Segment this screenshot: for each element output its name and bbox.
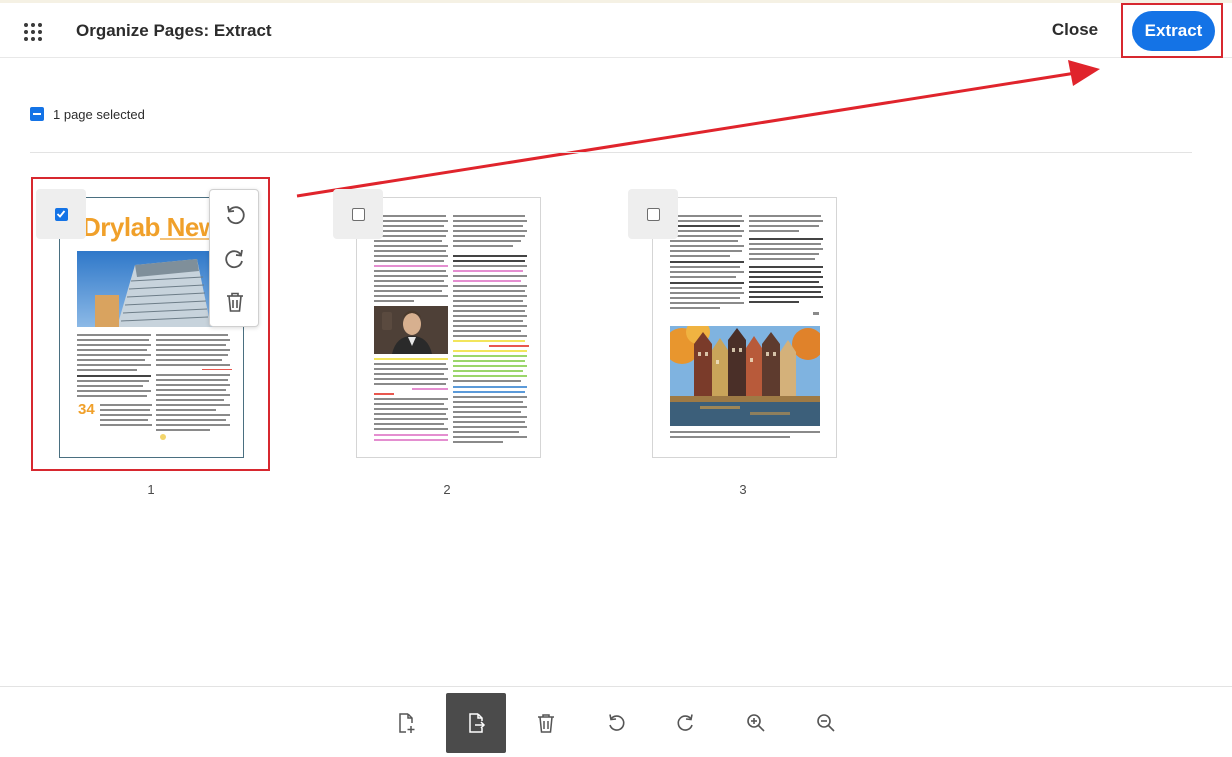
organize-pages-window: Organize Pages: Extract Close Extract 1 … [0,0,1232,757]
page-number-1: 1 [147,482,155,497]
page-thumbnail-2[interactable] [356,197,541,458]
zoom-in-icon[interactable] [726,693,786,753]
thumbnail-canal-houses-image [670,326,820,426]
page-number-3: 3 [739,482,747,497]
page-1-checkbox[interactable] [55,208,68,221]
bottom-toolbar [0,686,1232,757]
selection-count-label: 1 page selected [53,107,145,122]
thumbnail-portrait-image [374,306,448,354]
trash-icon[interactable] [222,289,248,315]
extract-page-icon[interactable] [446,693,506,753]
rotate-right-icon[interactable] [222,246,248,272]
rotate-left-icon[interactable] [586,693,646,753]
thumbnail-stat-number: 34 [78,401,95,418]
insert-page-icon[interactable] [376,693,436,753]
rotate-right-icon[interactable] [656,693,716,753]
page-2-checkbox-area[interactable] [333,189,383,239]
page-thumbnail-3[interactable] [652,197,837,458]
divider [30,152,1192,153]
page-3-checkbox-area[interactable] [628,189,678,239]
page-1-checkbox-area[interactable] [36,189,86,239]
trash-icon[interactable] [516,693,576,753]
page-number-2: 2 [443,482,451,497]
select-all-checkbox[interactable] [30,107,44,121]
zoom-out-icon[interactable] [796,693,856,753]
rotate-left-icon[interactable] [222,202,248,228]
page-3-checkbox[interactable] [647,208,660,221]
page-2-checkbox[interactable] [352,208,365,221]
page-1-action-menu [209,189,259,327]
